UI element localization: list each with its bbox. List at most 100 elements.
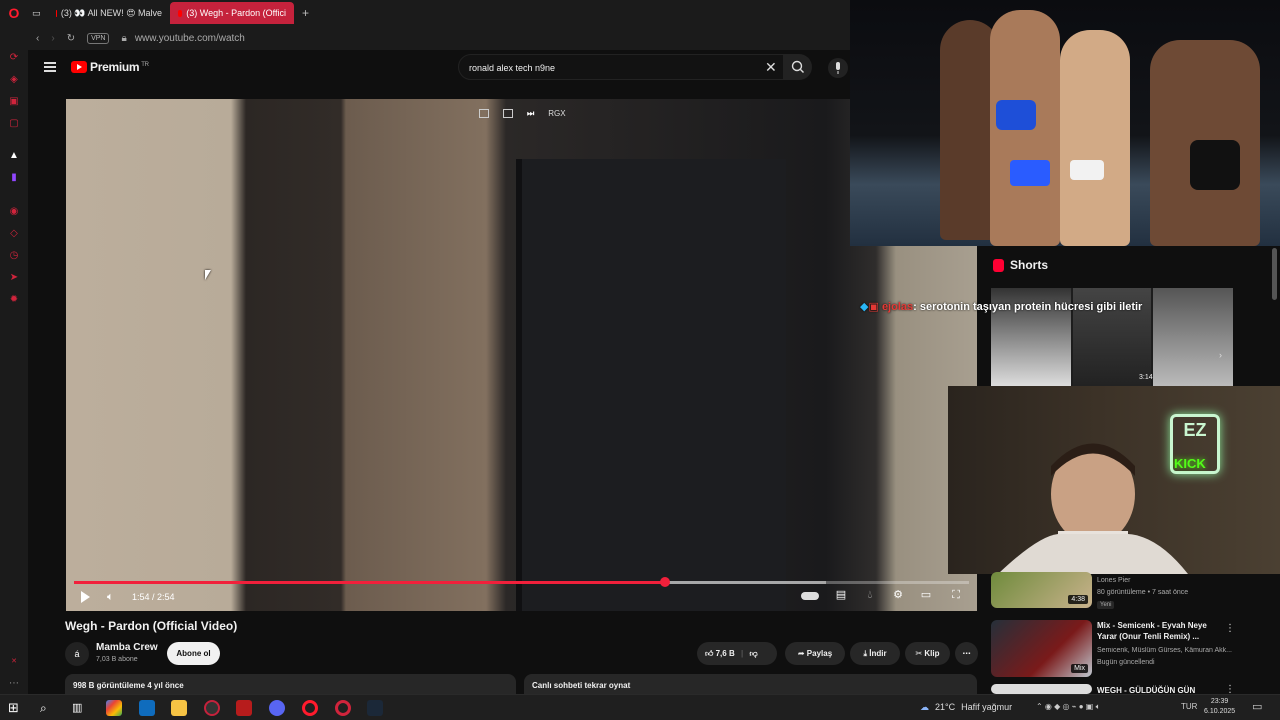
reload-icon[interactable]: ↻ <box>67 33 75 44</box>
video-player[interactable]: ⏭ RGX 🔈︎ 1:54 / 2:54 ▤ 💧︎ ⚙ ▭ ⛶ <box>66 99 977 611</box>
channel-name[interactable]: Mamba Crew <box>96 642 158 653</box>
rgx-icon[interactable]: ✕ <box>8 656 20 668</box>
recommendation-thumbnail[interactable]: Mix <box>991 620 1092 677</box>
twitch-icon[interactable]: ▮ <box>8 172 20 184</box>
new-tab-button[interactable]: + <box>294 2 317 24</box>
subscribe-button[interactable]: Abone ol <box>167 642 220 665</box>
opera-icon[interactable] <box>302 700 318 716</box>
like-icon[interactable]: 👍︎ <box>705 649 713 658</box>
opera-gx-icon[interactable] <box>204 700 220 716</box>
video-title: Wegh - Pardon (Official Video) <box>65 619 238 633</box>
share-button[interactable]: ➦ Paylaş <box>785 642 845 665</box>
overlay-swimsuit-black <box>1190 140 1240 190</box>
autoplay-toggle[interactable] <box>801 592 819 600</box>
overlay-chat-message: ◆▣ ejolas: serotonin taşıyan protein hüc… <box>860 300 1142 313</box>
play-button[interactable] <box>81 591 90 603</box>
clip-button[interactable]: ✂ Klip <box>905 642 950 665</box>
opera-logo-icon[interactable]: O <box>0 0 28 26</box>
volume-icon[interactable]: 🔈︎ <box>107 591 114 604</box>
outlook-icon[interactable] <box>139 700 155 716</box>
search-input[interactable]: ronald alex tech n9ne <box>458 54 784 80</box>
search-button[interactable] <box>784 54 812 80</box>
more-actions-button[interactable]: ⋯ <box>955 642 978 665</box>
scrubber-handle[interactable] <box>659 577 670 587</box>
recommendation-thumbnail[interactable] <box>991 684 1092 694</box>
clock[interactable]: 23:39 6.10.2025 <box>1204 697 1235 717</box>
url-field[interactable]: www.youtube.com/watch <box>135 33 245 44</box>
recommendation-item[interactable]: 4:38 Lones Pier 80 görüntüleme • 7 saat … <box>991 572 1271 610</box>
back-icon[interactable]: ‹ <box>36 33 39 44</box>
pinboard-icon[interactable]: ◇ <box>8 228 20 240</box>
menu-icon[interactable] <box>44 62 56 72</box>
recommendation-thumbnail[interactable]: 4:38 <box>991 572 1092 608</box>
description-box[interactable]: 998 B görüntüleme 4 yıl önce <box>65 674 516 694</box>
cloud-rain-icon: ☁ <box>920 702 929 712</box>
messenger-icon[interactable]: ▣ <box>8 96 20 108</box>
file-explorer-icon[interactable] <box>171 700 187 716</box>
vpn-badge[interactable]: VPN <box>87 32 110 44</box>
ambient-icon[interactable]: 💧︎ <box>863 589 877 601</box>
voice-search-button[interactable] <box>828 58 848 78</box>
shorts-thumb[interactable] <box>1153 288 1233 386</box>
overlay-swimsuit-pink-blue <box>1010 160 1050 186</box>
language-indicator[interactable]: TUR <box>1181 702 1197 711</box>
weather-widget[interactable]: ☁ 21°C Hafif yağmur <box>920 702 1012 713</box>
youtube-favicon-icon <box>178 9 183 17</box>
clock-icon[interactable]: ◷ <box>8 250 20 262</box>
recommendation-title[interactable]: Mix - Semicenk - Eyvah Neye Yarar (Onur … <box>1097 620 1227 642</box>
shorts-duration: 3:14 <box>1139 374 1153 381</box>
like-count[interactable]: 7,6 B <box>716 649 735 658</box>
youtube-premium-logo[interactable]: Premium TR <box>90 60 149 74</box>
pip-next-icon[interactable]: ⏭ <box>527 109 534 119</box>
progress-bar[interactable] <box>74 577 969 587</box>
region-label: TR <box>141 62 149 68</box>
shorts-next-icon[interactable]: › <box>1219 350 1222 360</box>
recommendation-title[interactable]: WEGH - GÜLDÜĞÜN GÜN <box>1097 685 1227 694</box>
like-dislike-group: 👍︎ 7,6 B | 👎︎ <box>697 642 777 665</box>
aria-icon[interactable]: ▲ <box>8 150 20 162</box>
subtitles-icon[interactable]: ▤ <box>834 589 848 601</box>
chrome-icon[interactable] <box>106 700 122 716</box>
pip-return-icon[interactable] <box>503 109 513 118</box>
pip-rgx-label[interactable]: RGX <box>548 109 565 119</box>
theater-mode-icon[interactable]: ▭ <box>919 589 933 601</box>
steam-icon[interactable] <box>367 700 383 716</box>
settings-gear-icon[interactable]: ⚙ <box>891 589 905 601</box>
tab-malve[interactable]: (3) 👀 All NEW! 😍 Malve <box>48 2 170 24</box>
opera-gx-icon-2[interactable] <box>335 700 351 716</box>
tab-workspaces-icon[interactable]: ▭ <box>28 2 48 24</box>
channel-avatar[interactable]: á <box>65 642 89 666</box>
search-taskbar-icon[interactable]: ⌕ <box>40 700 56 716</box>
history-icon[interactable]: ⟳ <box>8 52 20 64</box>
tray-icons[interactable]: ⌃ ◉ ◆ ◎ ⌁ ● ▣ 🔈︎ <box>1036 702 1100 712</box>
recommendation-more-icon[interactable]: ⋮ <box>1225 623 1235 634</box>
forward-icon[interactable]: › <box>51 33 54 44</box>
pip-popout-icon[interactable] <box>479 109 489 118</box>
stream-overlay-video <box>850 0 1280 246</box>
chat-ez-icon: ▣ <box>868 301 879 313</box>
notifications-icon[interactable]: ▭ <box>1252 700 1262 713</box>
windows-start-icon[interactable]: ⊞ <box>8 700 24 716</box>
youtube-logo-icon[interactable] <box>71 61 87 73</box>
discord-icon[interactable] <box>269 700 285 716</box>
more-icon[interactable]: ⋯ <box>8 678 20 690</box>
live-chat-replay[interactable]: Canlı sohbeti tekrar oynat <box>524 674 977 694</box>
address-bar: ‹ › ↻ VPN 🔒︎ www.youtube.com/watch <box>28 26 850 50</box>
instagram-icon[interactable]: ▢ <box>8 118 20 130</box>
youtube-header: Premium TR ronald alex tech n9ne ✕ <box>28 50 850 86</box>
clear-search-icon[interactable]: ✕ <box>765 59 777 76</box>
fullscreen-icon[interactable]: ⛶ <box>949 589 963 601</box>
clock-time: 23:39 <box>1210 698 1229 705</box>
dislike-icon[interactable]: 👎︎ <box>749 649 757 658</box>
download-button[interactable]: ⤓ İndir <box>850 642 900 665</box>
tab-wegh-pardon[interactable]: (3) Wegh - Pardon (Offici <box>170 2 294 24</box>
settings-icon[interactable]: ✹ <box>8 294 20 306</box>
shopping-icon[interactable]: ◈ <box>8 74 20 86</box>
player-icon[interactable]: ◉ <box>8 206 20 218</box>
progress-fill <box>74 581 665 584</box>
task-view-icon[interactable]: ▥ <box>72 700 88 716</box>
send-icon[interactable]: ➤ <box>8 272 20 284</box>
tab-bar: O ▭ (3) 👀 All NEW! 😍 Malve (3) Wegh - Pa… <box>0 0 850 26</box>
voicemod-icon[interactable] <box>236 700 252 716</box>
scrollbar[interactable] <box>1272 248 1277 300</box>
